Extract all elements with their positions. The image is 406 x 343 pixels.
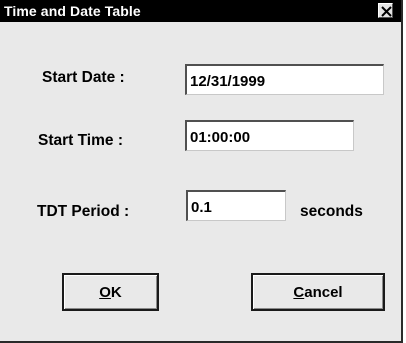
start-time-field[interactable] bbox=[185, 120, 354, 151]
tdt-period-field[interactable] bbox=[186, 190, 286, 221]
close-button[interactable] bbox=[378, 3, 393, 18]
start-date-label: Start Date : bbox=[42, 69, 125, 86]
cancel-mnemonic: C bbox=[293, 283, 305, 301]
tdt-period-label: TDT Period : bbox=[37, 203, 130, 220]
ok-button[interactable]: OK bbox=[62, 273, 159, 311]
title-bar[interactable]: Time and Date Table bbox=[0, 0, 401, 22]
cancel-button[interactable]: Cancel bbox=[251, 273, 385, 311]
start-time-label: Start Time : bbox=[38, 132, 123, 149]
time-date-dialog: Time and Date Table Start Date : Start T… bbox=[0, 0, 403, 343]
ok-label: K bbox=[110, 283, 122, 301]
window-title: Time and Date Table bbox=[4, 3, 141, 19]
ok-mnemonic: O bbox=[99, 283, 111, 301]
close-icon bbox=[381, 6, 392, 17]
cancel-label: ancel bbox=[304, 283, 343, 301]
seconds-unit-label: seconds bbox=[300, 203, 363, 220]
start-date-field[interactable] bbox=[185, 64, 384, 95]
